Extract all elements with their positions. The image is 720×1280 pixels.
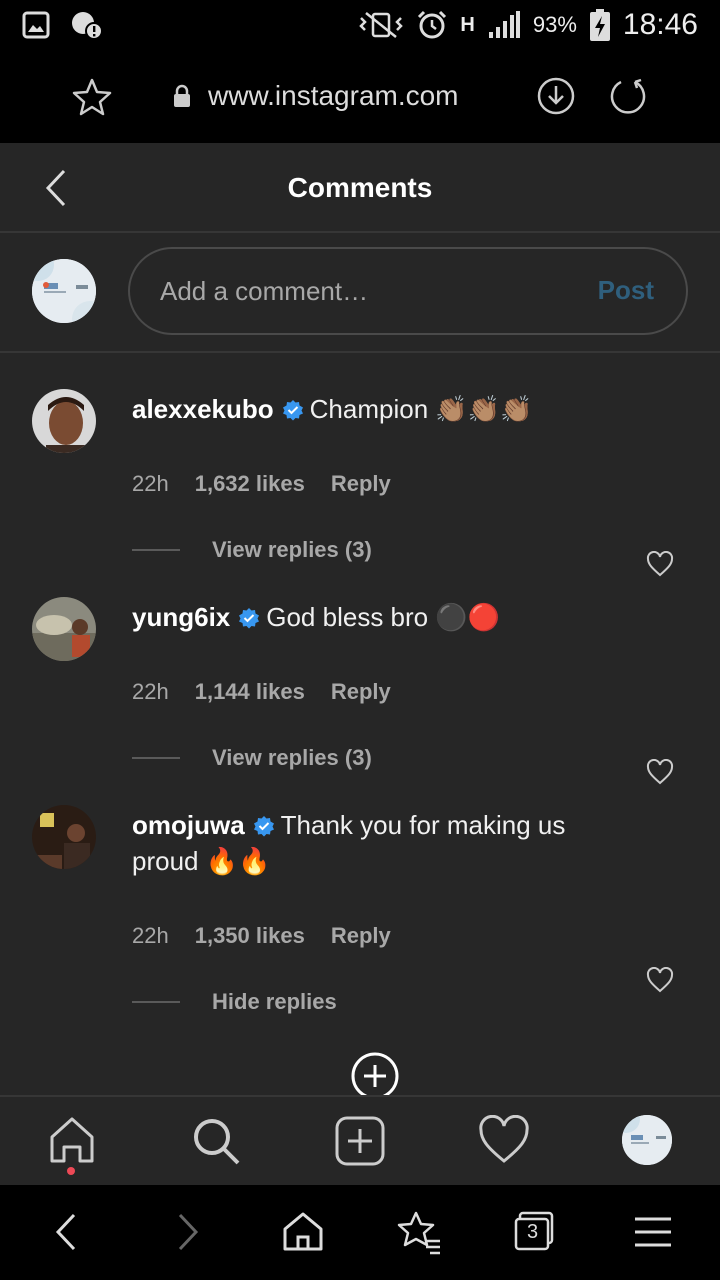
replies-divider bbox=[132, 757, 180, 759]
new-post-icon[interactable] bbox=[334, 1115, 386, 1167]
tab-count: 3 bbox=[527, 1221, 539, 1243]
profile-avatar[interactable] bbox=[622, 1115, 672, 1165]
comment-content: yung6ix God bless bro ⚫️🔴 bbox=[132, 599, 612, 635]
browser-tabs-button[interactable]: 3 bbox=[512, 1209, 558, 1255]
comment-time: 22h bbox=[132, 679, 169, 704]
comment-likes[interactable]: 1,144 likes bbox=[195, 679, 305, 705]
comment-username[interactable]: yung6ix bbox=[132, 602, 230, 632]
view-replies-label: View replies (3) bbox=[212, 537, 372, 562]
reply-button[interactable]: Reply bbox=[331, 471, 391, 497]
reload-icon[interactable] bbox=[608, 76, 648, 116]
vibrate-mute-icon bbox=[359, 12, 404, 38]
comment-likes[interactable]: 1,350 likes bbox=[195, 923, 305, 949]
search-icon[interactable] bbox=[190, 1115, 242, 1167]
commenter-avatar[interactable] bbox=[32, 805, 96, 869]
alarm-icon bbox=[418, 10, 447, 39]
comment-content: alexxekubo Champion 👏🏽👏🏽👏🏽 bbox=[132, 391, 612, 427]
hide-replies-label: Hide replies bbox=[212, 989, 337, 1014]
load-more-comments-icon[interactable] bbox=[350, 1051, 400, 1101]
comment-text: God bless bro ⚫️🔴 bbox=[266, 602, 501, 632]
comment-meta: 22h 1,144 likes Reply bbox=[132, 679, 391, 705]
comment-time: 22h bbox=[132, 471, 169, 496]
status-bar: H 93% 18:46 bbox=[0, 0, 720, 50]
download-icon[interactable] bbox=[536, 76, 576, 116]
browser-menu-icon[interactable] bbox=[630, 1209, 676, 1255]
replies-divider bbox=[132, 1001, 180, 1003]
network-type: H bbox=[460, 13, 475, 36]
commenter-avatar[interactable] bbox=[32, 389, 96, 453]
activity-heart-icon[interactable] bbox=[478, 1115, 530, 1167]
browser-home-icon[interactable] bbox=[280, 1209, 326, 1255]
comment-input-wrapper: Post bbox=[128, 247, 688, 335]
comment-username[interactable]: alexxekubo bbox=[132, 394, 274, 424]
comment-composer: Post bbox=[0, 235, 720, 353]
comment-meta: 22h 1,632 likes Reply bbox=[132, 471, 391, 497]
battery-percent: 93% bbox=[532, 12, 577, 37]
view-replies-toggle[interactable]: View replies (3) bbox=[132, 745, 372, 771]
browser-url-bar: www.instagram.com bbox=[0, 50, 720, 143]
address-field[interactable]: www.instagram.com bbox=[172, 80, 459, 112]
signal-icon bbox=[488, 11, 520, 38]
hide-replies-toggle[interactable]: Hide replies bbox=[132, 989, 337, 1015]
verified-badge-icon bbox=[239, 608, 260, 629]
comment-text: Champion 👏🏽👏🏽👏🏽 bbox=[309, 394, 533, 424]
bookmark-star-icon[interactable] bbox=[72, 78, 112, 116]
instagram-bottom-nav bbox=[0, 1095, 720, 1185]
comments-page: Comments Post bbox=[0, 143, 720, 1100]
reply-button[interactable]: Reply bbox=[331, 679, 391, 705]
comments-header: Comments bbox=[0, 143, 720, 233]
browser-bottom-bar: 3 bbox=[0, 1185, 720, 1280]
reply-button[interactable]: Reply bbox=[331, 923, 391, 949]
like-heart-icon[interactable] bbox=[646, 551, 674, 577]
verified-badge-icon bbox=[282, 400, 303, 421]
url-text: www.instagram.com bbox=[208, 80, 459, 111]
page-title: Comments bbox=[287, 172, 433, 203]
view-replies-label: View replies (3) bbox=[212, 745, 372, 770]
alert-notification-icon bbox=[72, 12, 103, 40]
commenter-avatar[interactable] bbox=[32, 597, 96, 661]
post-button[interactable]: Post bbox=[598, 275, 654, 306]
like-heart-icon[interactable] bbox=[646, 759, 674, 785]
notification-dot bbox=[67, 1167, 75, 1175]
comment-meta: 22h 1,350 likes Reply bbox=[132, 923, 391, 949]
comment-likes[interactable]: 1,632 likes bbox=[195, 471, 305, 497]
browser-bookmarks-icon[interactable] bbox=[396, 1209, 442, 1255]
verified-badge-icon bbox=[253, 816, 274, 837]
browser-forward-icon[interactable] bbox=[164, 1209, 210, 1255]
comment-input[interactable] bbox=[160, 249, 580, 333]
comment-username[interactable]: omojuwa bbox=[132, 810, 245, 840]
view-replies-toggle[interactable]: View replies (3) bbox=[132, 537, 372, 563]
gallery-notification-icon bbox=[22, 11, 50, 39]
home-icon[interactable] bbox=[46, 1115, 98, 1167]
replies-divider bbox=[132, 549, 180, 551]
comment-time: 22h bbox=[132, 923, 169, 948]
battery-charging-icon bbox=[589, 9, 610, 41]
lock-icon bbox=[174, 84, 190, 107]
comment-content: omojuwa Thank you for making us proud 🔥🔥 bbox=[132, 807, 612, 879]
browser-back-icon[interactable] bbox=[44, 1209, 90, 1255]
current-user-avatar bbox=[32, 259, 96, 323]
like-heart-icon[interactable] bbox=[646, 967, 674, 993]
clock: 18:46 bbox=[622, 8, 698, 41]
